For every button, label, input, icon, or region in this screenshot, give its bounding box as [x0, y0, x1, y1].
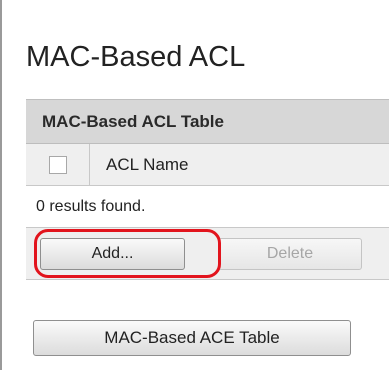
table-actions: Add... Delete: [26, 228, 389, 280]
column-header-acl-name[interactable]: ACL Name: [90, 144, 189, 185]
add-button[interactable]: Add...: [40, 238, 185, 270]
delete-button[interactable]: Delete: [218, 238, 362, 270]
page-title: MAC-Based ACL: [26, 41, 246, 73]
select-all-checkbox[interactable]: [48, 155, 67, 174]
mac-based-ace-table-button[interactable]: MAC-Based ACE Table: [33, 320, 351, 356]
table-header-row: ACL Name: [26, 144, 389, 186]
table-caption: MAC-Based ACL Table: [26, 100, 389, 144]
select-all-cell: [26, 144, 90, 185]
mac-based-acl-table: MAC-Based ACL Table ACL Name 0 results f…: [26, 99, 389, 280]
page-frame: MAC-Based ACL MAC-Based ACL Table ACL Na…: [0, 0, 389, 370]
results-count: 0 results found.: [26, 186, 389, 228]
